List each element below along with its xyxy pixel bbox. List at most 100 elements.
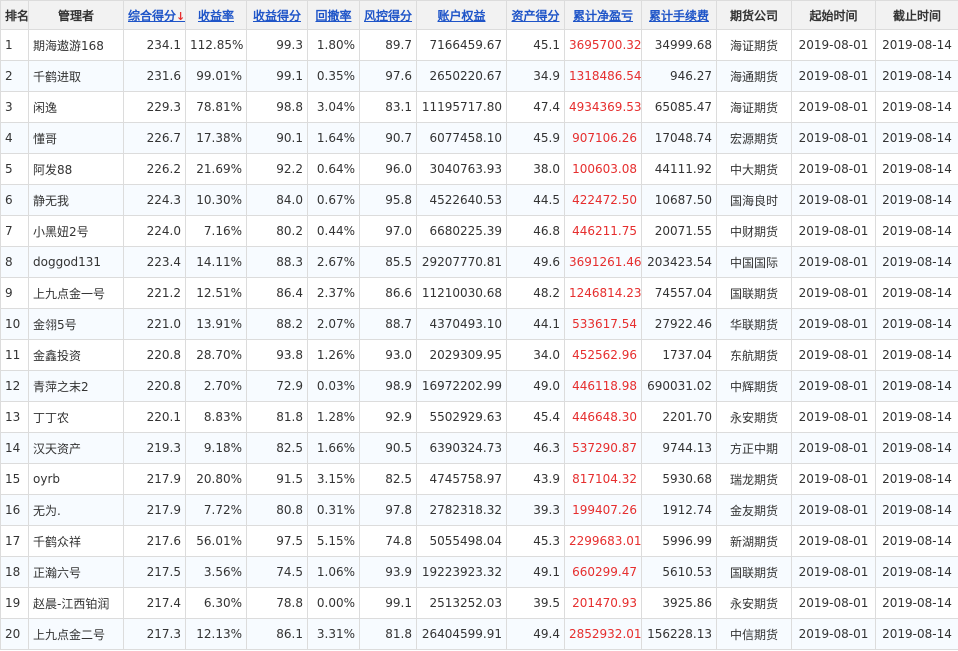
cell-net-profit: 452562.96: [564, 339, 642, 371]
cell-broker: 永安期货: [716, 401, 792, 433]
cell-equity: 2029309.95: [416, 339, 507, 371]
cell-composite-score: 221.0: [123, 308, 186, 340]
table-row: 10 金翎5号 221.0 13.91% 88.2 2.07% 88.7 4370493.10…: [0, 308, 958, 340]
cell-net-profit: 907106.26: [564, 122, 642, 154]
cell-manager[interactable]: 金翎5号: [28, 308, 124, 340]
header-fees[interactable]: 累计手续费: [641, 0, 717, 30]
cell-manager[interactable]: 丁丁农: [28, 401, 124, 433]
cell-broker: 海证期货: [716, 29, 792, 61]
header-drawdown[interactable]: 回撤率: [307, 0, 360, 30]
cell-risk-score: 98.9: [359, 370, 417, 402]
cell-risk-score: 83.1: [359, 91, 417, 123]
cell-return-score: 91.5: [246, 463, 308, 495]
cell-fees: 74557.04: [641, 277, 717, 309]
cell-drawdown: 0.67%: [307, 184, 360, 216]
cell-manager[interactable]: 上九点金二号: [28, 618, 124, 650]
cell-manager[interactable]: 千鹤进取: [28, 60, 124, 92]
cell-manager[interactable]: 金鑫投资: [28, 339, 124, 371]
cell-manager[interactable]: 汉天资产: [28, 432, 124, 464]
table-row: 20 上九点金二号 217.3 12.13% 86.1 3.31% 81.8 26404599…: [0, 618, 958, 650]
cell-manager[interactable]: 无为.: [28, 494, 124, 526]
cell-return-rate: 8.83%: [185, 401, 247, 433]
cell-return-score: 88.2: [246, 308, 308, 340]
cell-net-profit: 1246814.23: [564, 277, 642, 309]
header-composite-score[interactable]: 综合得分↓: [123, 0, 186, 30]
cell-manager[interactable]: 闲逸: [28, 91, 124, 123]
cell-end-date: 2019-08-14: [875, 184, 958, 216]
header-manager: 管理者: [28, 0, 124, 30]
cell-risk-score: 85.5: [359, 246, 417, 278]
header-return-rate[interactable]: 收益率: [185, 0, 247, 30]
table-row: 7 小黑妞2号 224.0 7.16% 80.2 0.44% 97.0 6680225.39 4…: [0, 215, 958, 247]
cell-manager[interactable]: doggod131: [28, 246, 124, 278]
cell-net-profit: 1318486.54: [564, 60, 642, 92]
cell-manager[interactable]: 正瀚六号: [28, 556, 124, 588]
cell-broker: 瑞龙期货: [716, 463, 792, 495]
table-row: 18 正瀚六号 217.5 3.56% 74.5 1.06% 93.9 19223923.32…: [0, 556, 958, 588]
cell-return-rate: 2.70%: [185, 370, 247, 402]
cell-composite-score: 226.7: [123, 122, 186, 154]
cell-manager[interactable]: 赵晨-江西铂润: [28, 587, 124, 619]
table-row: 9 上九点金一号 221.2 12.51% 86.4 2.37% 86.6 11210030.…: [0, 277, 958, 309]
cell-manager[interactable]: 千鹤众祥: [28, 525, 124, 557]
cell-return-score: 84.0: [246, 184, 308, 216]
cell-manager[interactable]: 小黑妞2号: [28, 215, 124, 247]
cell-composite-score: 226.2: [123, 153, 186, 185]
header-net-profit[interactable]: 累计净盈亏: [564, 0, 642, 30]
cell-broker: 中辉期货: [716, 370, 792, 402]
table-row: 5 阿发88 226.2 21.69% 92.2 0.64% 96.0 3040763.93 3…: [0, 153, 958, 185]
cell-risk-score: 86.6: [359, 277, 417, 309]
cell-rank: 14: [0, 432, 29, 464]
cell-equity: 4522640.53: [416, 184, 507, 216]
cell-return-rate: 3.56%: [185, 556, 247, 588]
cell-drawdown: 1.28%: [307, 401, 360, 433]
cell-return-rate: 21.69%: [185, 153, 247, 185]
cell-risk-score: 81.8: [359, 618, 417, 650]
cell-manager[interactable]: oyrb: [28, 463, 124, 495]
header-risk-score[interactable]: 风控得分: [359, 0, 417, 30]
cell-end-date: 2019-08-14: [875, 308, 958, 340]
cell-broker: 东航期货: [716, 339, 792, 371]
header-return-score[interactable]: 收益得分: [246, 0, 308, 30]
cell-start-date: 2019-08-01: [791, 587, 876, 619]
cell-rank: 10: [0, 308, 29, 340]
cell-start-date: 2019-08-01: [791, 215, 876, 247]
cell-manager[interactable]: 上九点金一号: [28, 277, 124, 309]
header-end-date: 截止时间: [875, 0, 958, 30]
cell-composite-score: 224.0: [123, 215, 186, 247]
cell-return-score: 93.8: [246, 339, 308, 371]
cell-manager[interactable]: 懂哥: [28, 122, 124, 154]
cell-manager[interactable]: 青萍之末2: [28, 370, 124, 402]
cell-manager[interactable]: 静无我: [28, 184, 124, 216]
cell-net-profit: 199407.26: [564, 494, 642, 526]
cell-drawdown: 1.80%: [307, 29, 360, 61]
cell-drawdown: 0.00%: [307, 587, 360, 619]
cell-rank: 1: [0, 29, 29, 61]
cell-risk-score: 96.0: [359, 153, 417, 185]
table-row: 2 千鹤进取 231.6 99.01% 99.1 0.35% 97.6 2650220.67 3…: [0, 60, 958, 92]
header-asset-score[interactable]: 资产得分: [506, 0, 565, 30]
cell-start-date: 2019-08-01: [791, 153, 876, 185]
cell-broker: 新湖期货: [716, 525, 792, 557]
cell-end-date: 2019-08-14: [875, 432, 958, 464]
header-equity[interactable]: 账户权益: [416, 0, 507, 30]
table-row: 3 闲逸 229.3 78.81% 98.8 3.04% 83.1 11195717.80 47…: [0, 91, 958, 123]
cell-manager[interactable]: 期海遨游168: [28, 29, 124, 61]
cell-net-profit: 537290.87: [564, 432, 642, 464]
cell-net-profit: 422472.50: [564, 184, 642, 216]
cell-drawdown: 5.15%: [307, 525, 360, 557]
sort-desc-icon: ↓: [176, 9, 186, 23]
header-composite-score-label: 综合得分: [128, 8, 177, 23]
cell-fees: 44111.92: [641, 153, 717, 185]
cell-manager[interactable]: 阿发88: [28, 153, 124, 185]
cell-rank: 4: [0, 122, 29, 154]
table-row: 1 期海遨游168 234.1 112.85% 99.3 1.80% 89.7 7166459…: [0, 29, 958, 61]
cell-drawdown: 3.15%: [307, 463, 360, 495]
cell-end-date: 2019-08-14: [875, 246, 958, 278]
cell-start-date: 2019-08-01: [791, 246, 876, 278]
cell-fees: 1912.74: [641, 494, 717, 526]
cell-drawdown: 1.06%: [307, 556, 360, 588]
cell-net-profit: 3695700.32: [564, 29, 642, 61]
cell-start-date: 2019-08-01: [791, 60, 876, 92]
cell-return-score: 78.8: [246, 587, 308, 619]
